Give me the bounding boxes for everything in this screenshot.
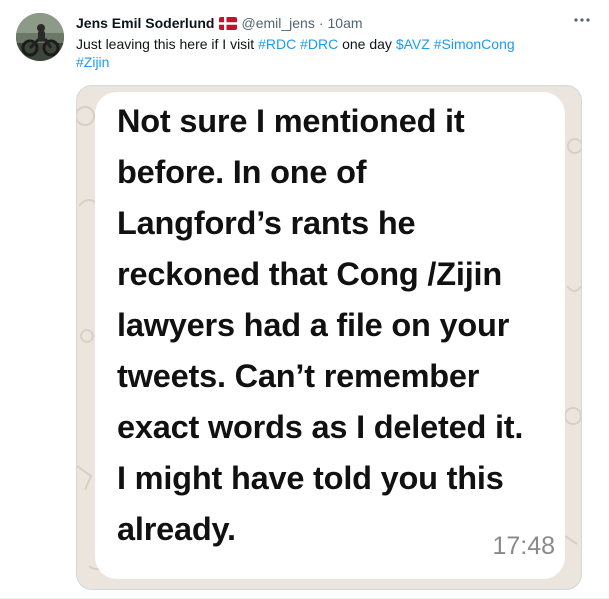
author-name[interactable]: Jens Emil Soderlund [76, 15, 214, 31]
author-handle[interactable]: @emil_jens [241, 15, 314, 31]
tweet-text-mid: one day [338, 36, 396, 52]
message-line: tweets. Can’t remember [117, 358, 480, 394]
message-line: exact words as I deleted it. [117, 409, 524, 445]
message-line: Not sure I mentioned it [117, 103, 465, 139]
hashtag-simoncong-link[interactable]: #SimonCong [434, 36, 515, 52]
denmark-flag-icon [219, 16, 238, 30]
message-line: I might have told you this [117, 460, 504, 496]
tweet[interactable]: Jens Emil Soderlund @emil_jens · 10am Ju… [0, 0, 609, 599]
hashtag-rdc-link[interactable]: #RDC [258, 36, 296, 52]
tweet-timestamp[interactable]: 10am [328, 15, 363, 31]
tweet-text: Just leaving this here if I visit #RDC #… [76, 35, 576, 71]
message-text: Not sure I mentioned it before. In one o… [117, 96, 557, 555]
tweet-media-image[interactable]: Not sure I mentioned it before. In one o… [76, 85, 582, 590]
message-line: reckoned that Cong /Zijin [117, 256, 503, 292]
tweet-text-intro: Just leaving this here if I visit [76, 36, 259, 52]
hashtag-drc-link[interactable]: #DRC [300, 36, 338, 52]
tweet-header: Jens Emil Soderlund @emil_jens · 10am [76, 12, 363, 34]
hashtag-zijin-link[interactable]: #Zijin [76, 54, 109, 70]
cashtag-avz-link[interactable]: $AVZ [396, 36, 430, 52]
avatar[interactable] [16, 13, 64, 61]
message-time: 17:48 [492, 532, 555, 560]
message-line: already. [117, 511, 236, 547]
message-line: before. In one of [117, 154, 367, 190]
more-options-icon[interactable] [569, 10, 595, 30]
message-bubble: Not sure I mentioned it before. In one o… [95, 92, 565, 579]
message-line: lawyers had a file on your [117, 307, 510, 343]
message-line: Langford’s rants he [117, 205, 416, 241]
header-separator: · [318, 15, 324, 31]
